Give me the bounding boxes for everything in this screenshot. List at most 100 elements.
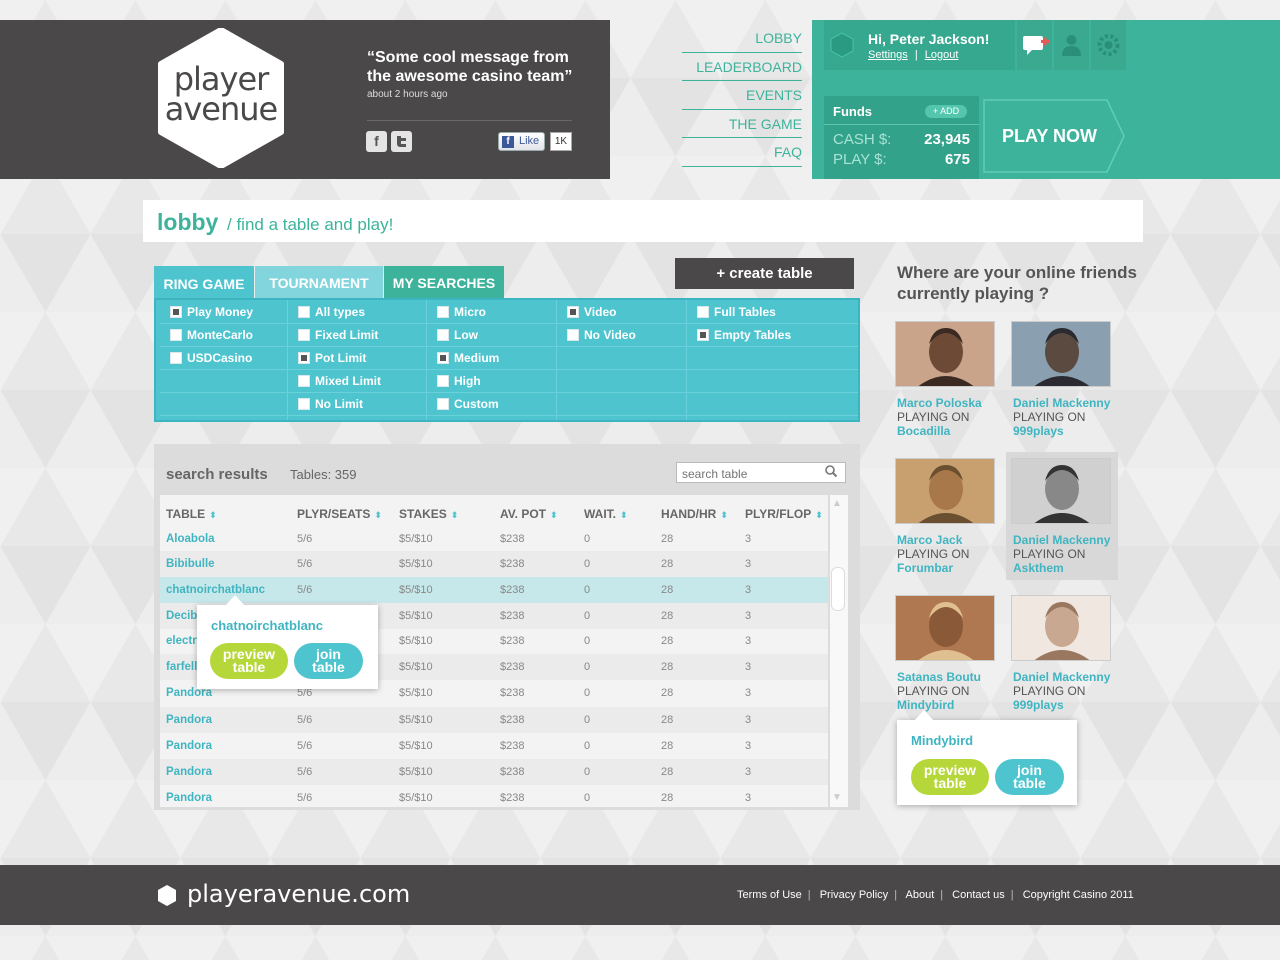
footer-brand[interactable]: playeravenue.com: [187, 880, 410, 908]
column-header[interactable]: HAND/HR ⬍: [661, 507, 728, 521]
twitter-icon[interactable]: [391, 131, 412, 152]
filter-checkbox[interactable]: [170, 306, 182, 318]
table-name-cell[interactable]: Aloabola: [166, 533, 215, 545]
logo[interactable]: player avenue: [157, 63, 285, 125]
sort-icon[interactable]: ⬍: [209, 510, 217, 520]
sort-icon[interactable]: ⬍: [815, 510, 823, 520]
filter-checkbox[interactable]: [567, 306, 579, 318]
table-scrollbar[interactable]: [830, 495, 848, 807]
filter-checkbox[interactable]: [437, 329, 449, 341]
table-row[interactable]: Aloabola 5/6 $5/$10 $238 0 28 3: [160, 526, 828, 552]
friend-avatar[interactable]: [895, 458, 995, 524]
footer-privacy-link[interactable]: Privacy Policy: [820, 889, 888, 901]
filter-checkbox[interactable]: [298, 306, 310, 318]
friend-game-link[interactable]: 999plays: [1013, 424, 1064, 438]
friend-game-link[interactable]: Forumbar: [897, 561, 953, 575]
filter-checkbox[interactable]: [437, 306, 449, 318]
filter-option[interactable]: Medium: [427, 347, 556, 370]
friend-avatar[interactable]: [895, 595, 995, 661]
filter-checkbox[interactable]: [298, 375, 310, 387]
facebook-icon[interactable]: f: [366, 131, 387, 152]
filter-checkbox[interactable]: [437, 375, 449, 387]
friend-avatar[interactable]: [895, 321, 995, 387]
filter-checkbox[interactable]: [567, 329, 579, 341]
search-table-input[interactable]: [676, 462, 846, 483]
friend-name[interactable]: Marco Jack: [897, 533, 962, 547]
footer-contact-link[interactable]: Contact us: [952, 889, 1005, 901]
friend-name[interactable]: Daniel Mackenny: [1013, 396, 1110, 410]
tab-ring-game[interactable]: RING GAME: [154, 266, 254, 298]
footer-about-link[interactable]: About: [906, 889, 935, 901]
filter-option[interactable]: MonteCarlo: [160, 324, 287, 347]
tab-my-searches[interactable]: MY SEARCHES: [384, 266, 504, 298]
table-name-cell[interactable]: Pandora: [166, 714, 212, 726]
filter-checkbox[interactable]: [170, 329, 182, 341]
scrollbar-thumb[interactable]: [831, 567, 845, 611]
friend-avatar[interactable]: [1011, 321, 1111, 387]
table-row[interactable]: Bibibulle 5/6 $5/$10 $238 0 28 3: [160, 551, 828, 577]
scroll-up-icon[interactable]: ▲: [832, 498, 842, 509]
footer-terms-link[interactable]: Terms of Use: [737, 889, 802, 901]
column-header[interactable]: AV. POT ⬍: [500, 507, 558, 521]
table-name-cell[interactable]: electr: [166, 635, 197, 647]
table-name-cell[interactable]: farfell: [166, 661, 197, 673]
filter-checkbox[interactable]: [298, 352, 310, 364]
table-row[interactable]: Pandora 5/6 $5/$10 $238 0 28 3: [160, 707, 828, 733]
messages-icon-button[interactable]: [1017, 20, 1052, 70]
filter-checkbox[interactable]: [437, 398, 449, 410]
table-row[interactable]: Pandora 5/6 $5/$10 $238 0 28 3: [160, 785, 828, 811]
table-name-cell[interactable]: chatnoirchatblanc: [166, 584, 265, 596]
filter-checkbox[interactable]: [170, 352, 182, 364]
table-row[interactable]: Pandora 5/6 $5/$10 $238 0 28 3: [160, 759, 828, 785]
filter-option[interactable]: Play Money: [160, 301, 287, 324]
sort-icon[interactable]: ⬍: [550, 510, 558, 520]
add-funds-button[interactable]: + ADD: [925, 105, 967, 118]
nav-lobby[interactable]: LOBBY: [682, 24, 802, 53]
friend-name[interactable]: Marco Poloska: [897, 396, 982, 410]
column-header[interactable]: PLYR/FLOP ⬍: [745, 507, 823, 521]
table-name-cell[interactable]: Pandora: [166, 740, 212, 752]
friend-name[interactable]: Daniel Mackenny: [1013, 533, 1110, 547]
friend-game-link[interactable]: 999plays: [1013, 698, 1064, 712]
tab-tournament[interactable]: TOURNAMENT: [255, 266, 383, 298]
chip-icon-button[interactable]: [1091, 20, 1126, 70]
join-table-button[interactable]: join table: [294, 643, 363, 679]
facebook-like-button[interactable]: f Like: [498, 132, 545, 151]
table-name-cell[interactable]: Pandora: [166, 766, 212, 778]
friend-avatar[interactable]: [1011, 458, 1111, 524]
nav-faq[interactable]: FAQ: [682, 138, 802, 167]
table-name-cell[interactable]: Bibibulle: [166, 558, 215, 570]
search-icon[interactable]: [824, 464, 838, 478]
sort-icon[interactable]: ⬍: [451, 510, 459, 520]
nav-the-game[interactable]: THE GAME: [682, 110, 802, 138]
logout-link[interactable]: Logout: [925, 49, 959, 61]
column-header[interactable]: WAIT. ⬍: [584, 507, 628, 521]
play-now-button[interactable]: PLAY NOW: [983, 99, 1125, 173]
friend-name[interactable]: Satanas Boutu: [897, 670, 981, 684]
column-header[interactable]: STAKES ⬍: [399, 507, 458, 521]
filter-option[interactable]: Micro: [427, 301, 556, 324]
friend-avatar[interactable]: [1011, 595, 1111, 661]
preview-table-button[interactable]: preview table: [210, 643, 288, 679]
filter-option[interactable]: Custom: [427, 393, 556, 416]
sort-icon[interactable]: ⬍: [620, 510, 628, 520]
filter-checkbox[interactable]: [697, 329, 709, 341]
scroll-down-icon[interactable]: ▼: [832, 792, 842, 803]
filter-option[interactable]: USDCasino: [160, 347, 287, 370]
sort-icon[interactable]: ⬍: [720, 510, 728, 520]
filter-checkbox[interactable]: [697, 306, 709, 318]
friend-game-link[interactable]: Bocadilla: [897, 424, 950, 438]
nav-leaderboard[interactable]: LEADERBOARD: [682, 53, 802, 81]
filter-option[interactable]: Video: [557, 301, 686, 324]
friend-join-table-button[interactable]: join table: [995, 759, 1064, 795]
filter-option[interactable]: Empty Tables: [687, 324, 858, 347]
friends-icon-button[interactable]: [1054, 20, 1089, 70]
filter-option[interactable]: All types: [288, 301, 426, 324]
filter-option[interactable]: Full Tables: [687, 301, 858, 324]
column-header[interactable]: TABLE ⬍: [166, 507, 217, 521]
filter-option[interactable]: High: [427, 370, 556, 393]
create-table-button[interactable]: + create table: [675, 258, 854, 289]
table-row[interactable]: chatnoirchatblanc 5/6 $5/$10 $238 0 28 3: [160, 577, 828, 603]
table-name-cell[interactable]: Decib: [166, 610, 197, 622]
friend-preview-table-button[interactable]: preview table: [911, 759, 989, 795]
